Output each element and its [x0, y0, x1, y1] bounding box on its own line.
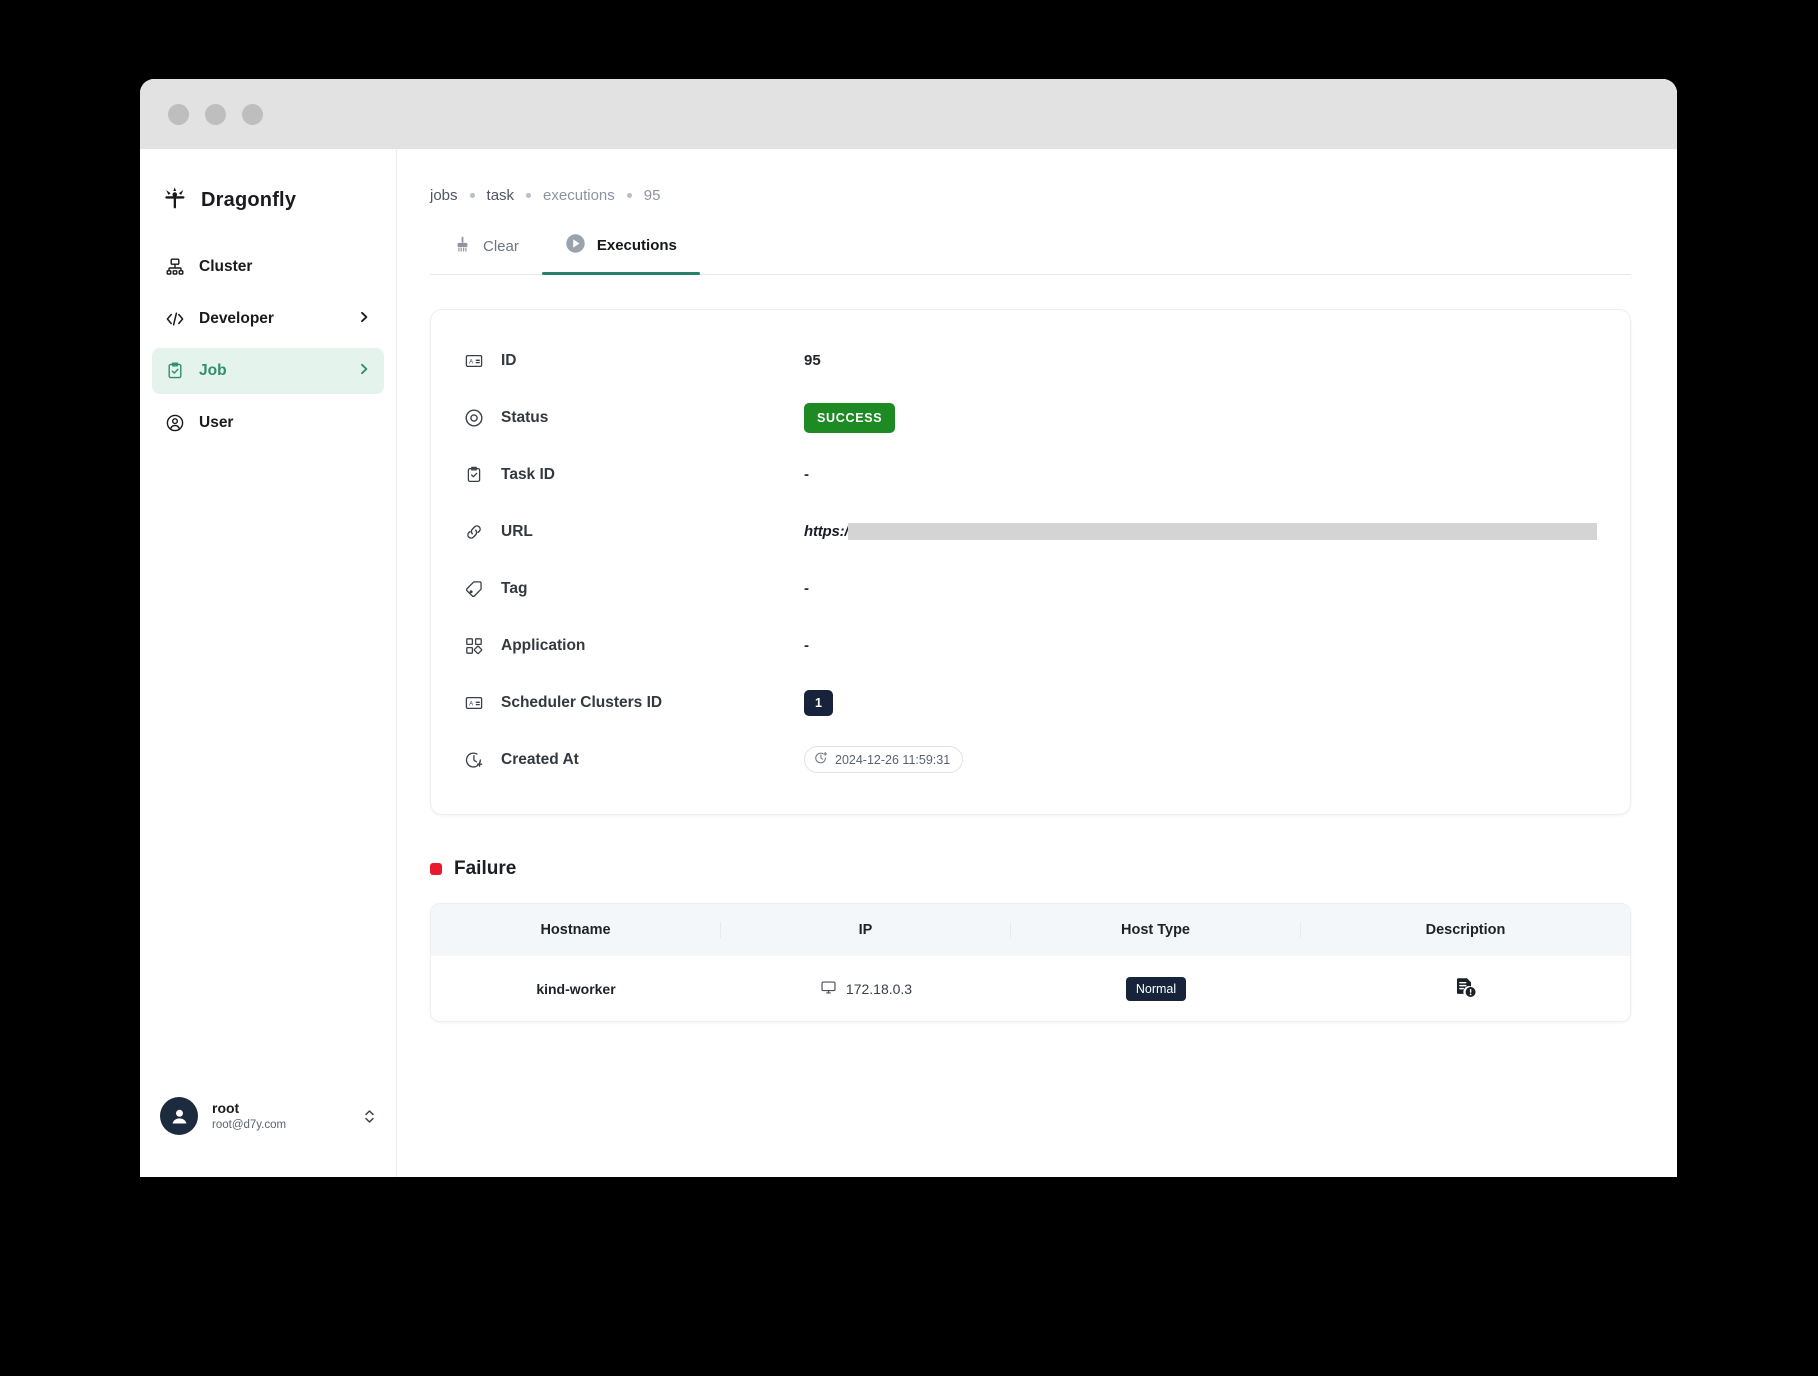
tab-label: Executions	[596, 237, 677, 254]
link-icon	[464, 522, 484, 542]
sidebar: Dragonfly Cluster Developer Job User roo…	[140, 149, 397, 1177]
id-card-icon: A	[464, 693, 484, 713]
clock-plus-icon	[464, 750, 484, 770]
breadcrumb-item-task[interactable]: task	[487, 187, 515, 204]
column-header-description: Description	[1425, 922, 1506, 938]
dragonfly-logo-icon	[162, 185, 188, 216]
app-window: Dragonfly Cluster Developer Job User roo…	[140, 79, 1677, 1177]
clipboard-check-icon	[464, 465, 484, 485]
svg-text:A: A	[469, 701, 473, 707]
detail-value: 95	[804, 352, 821, 369]
breadcrumb-separator-icon	[626, 193, 632, 198]
detail-row-scheduler-clusters-id: A Scheduler Clusters ID 1	[464, 674, 1597, 731]
window-titlebar	[140, 79, 1677, 149]
column-header-ip: IP	[721, 922, 1011, 938]
scheduler-cluster-badge[interactable]: 1	[804, 689, 833, 716]
created-at-chip: 2024-12-26 11:59:31	[804, 746, 964, 773]
clipboard-check-icon	[165, 361, 185, 381]
failure-table: Hostname IP Host Type Description kind-w…	[430, 903, 1631, 1022]
breadcrumb-item-executions[interactable]: executions	[543, 187, 615, 204]
table-header-row: Hostname IP Host Type Description	[431, 904, 1630, 956]
detail-label: Scheduler Clusters ID	[501, 693, 663, 711]
column-header-host-type: Host Type	[1011, 922, 1301, 938]
status-circle-icon	[464, 408, 484, 428]
sidebar-item-label: Developer	[199, 310, 274, 327]
breadcrumb-separator-icon	[526, 193, 532, 198]
detail-row-application: Application -	[464, 617, 1597, 674]
tab-clear[interactable]: Clear	[430, 235, 542, 274]
profile-email: root@d7y.com	[212, 1118, 287, 1131]
column-header-hostname: Hostname	[431, 922, 721, 938]
window-minimize-button[interactable]	[205, 103, 226, 125]
tab-bar: Clear Executions	[430, 233, 1631, 275]
user-profile[interactable]: root root@d7y.com	[140, 1097, 396, 1135]
detail-label: Created At	[501, 750, 579, 768]
clock-plus-icon	[814, 751, 828, 768]
sidebar-item-job[interactable]: Job	[152, 348, 384, 394]
chevron-right-icon	[357, 310, 371, 329]
breadcrumb-item-jobs[interactable]: jobs	[430, 187, 458, 204]
id-card-icon: A	[464, 351, 484, 371]
user-circle-icon	[165, 413, 185, 433]
apps-grid-icon	[464, 636, 484, 656]
detail-row-url: URL https:/	[464, 503, 1597, 560]
detail-label: ID	[501, 351, 517, 369]
detail-row-tag: Tag -	[464, 560, 1597, 617]
sidebar-item-label: User	[199, 414, 234, 431]
detail-row-task-id: Task ID -	[464, 446, 1597, 503]
detail-label: Task ID	[501, 465, 555, 483]
sidebar-item-label: Cluster	[199, 258, 253, 275]
created-at-value: 2024-12-26 11:59:31	[835, 752, 951, 767]
sidebar-nav: Cluster Developer Job User	[140, 244, 396, 446]
document-alert-icon[interactable]	[1454, 977, 1477, 1002]
chevron-right-icon	[357, 362, 371, 381]
execution-detail-card: A ID 95 Status SUCCESS Task ID - URL htt…	[430, 309, 1631, 815]
cell-ip-value: 172.18.0.3	[845, 980, 913, 997]
breadcrumb-separator-icon	[469, 193, 475, 198]
tag-icon	[464, 579, 484, 599]
cluster-icon	[165, 257, 185, 277]
status-badge: SUCCESS	[804, 402, 896, 433]
sidebar-item-developer[interactable]: Developer	[152, 296, 384, 342]
failure-status-dot-icon	[430, 863, 442, 875]
window-close-button[interactable]	[168, 103, 189, 125]
window-maximize-button[interactable]	[242, 103, 263, 125]
code-icon	[165, 309, 185, 329]
detail-label: Tag	[501, 579, 528, 597]
cell-ip: 172.18.0.3	[820, 979, 912, 999]
detail-label: Application	[501, 636, 586, 654]
detail-row-status: Status SUCCESS	[464, 389, 1597, 446]
brand[interactable]: Dragonfly	[140, 149, 396, 216]
detail-label: Status	[501, 408, 549, 426]
broom-icon	[453, 235, 472, 258]
url-value: https:/	[804, 523, 849, 540]
breadcrumb-item-id: 95	[643, 187, 661, 204]
profile-name: root	[212, 1099, 240, 1116]
tab-executions[interactable]: Executions	[541, 233, 700, 275]
svg-text:A: A	[469, 359, 473, 365]
main-content: jobs task executions 95 Clear Executions…	[397, 149, 1677, 1177]
cell-hostname: kind-worker	[536, 980, 616, 997]
sidebar-item-label: Job	[199, 362, 227, 379]
cell-host-type-badge: Normal	[1125, 976, 1187, 1001]
detail-value: -	[804, 466, 809, 483]
detail-label: URL	[501, 522, 533, 540]
sidebar-item-cluster[interactable]: Cluster	[152, 244, 384, 290]
failure-section-header: Failure	[430, 858, 1631, 880]
table-row: kind-worker 172.18.0.3 Normal	[431, 956, 1630, 1021]
monitor-icon	[820, 979, 837, 999]
tab-label: Clear	[483, 238, 519, 255]
detail-row-created-at: Created At 2024-12-26 11:59:31	[464, 731, 1597, 788]
breadcrumb: jobs task executions 95	[430, 187, 1631, 204]
avatar	[160, 1097, 198, 1135]
chevron-up-down-icon[interactable]	[363, 1107, 376, 1126]
brand-name: Dragonfly	[201, 189, 297, 211]
play-circle-icon	[565, 233, 586, 258]
detail-row-id: A ID 95	[464, 332, 1597, 389]
detail-value: -	[804, 637, 809, 654]
sidebar-item-user[interactable]: User	[152, 400, 384, 446]
detail-value: -	[804, 580, 809, 597]
failure-title: Failure	[454, 858, 517, 879]
url-redaction-bar	[848, 523, 1597, 540]
